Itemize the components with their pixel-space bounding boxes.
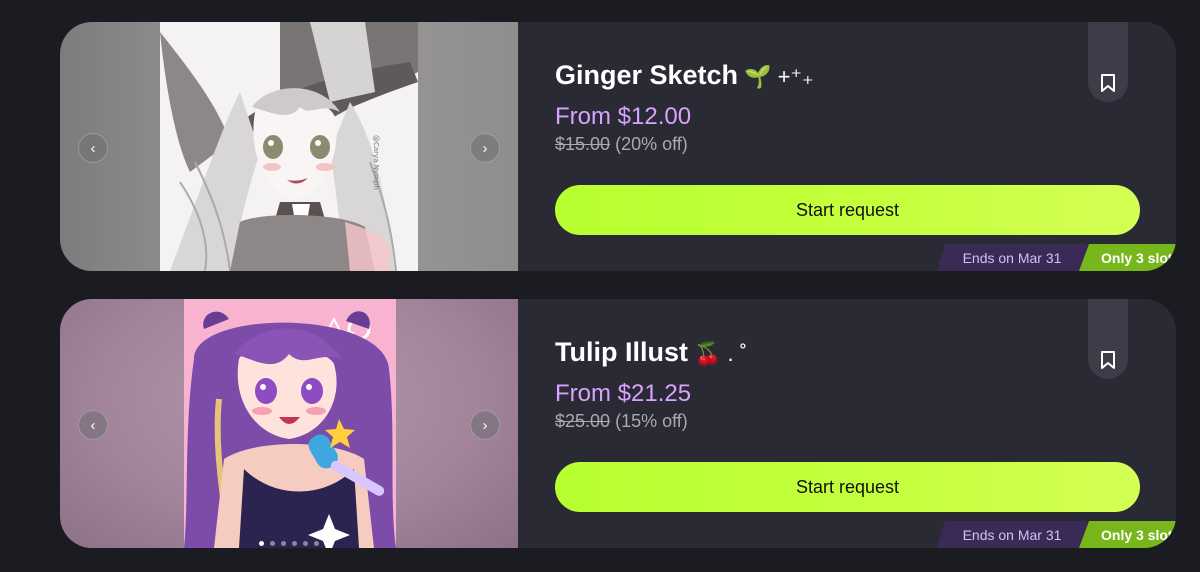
- image-gallery: @Carya Nymph ‹ ›: [60, 22, 518, 271]
- listing-info: Ginger Sketch 🌱 +⁺₊ From $12.00 $15.00 (2…: [518, 22, 1176, 271]
- discount-label: (15% off): [615, 411, 688, 431]
- bookmark-icon: [1101, 351, 1115, 369]
- gallery-prev-button[interactable]: ‹: [78, 133, 108, 163]
- original-price-line: $25.00 (15% off): [555, 411, 688, 432]
- listing-title-text: Ginger Sketch: [555, 60, 739, 90]
- gallery-dot[interactable]: [259, 541, 264, 546]
- title-emoji: 🌱 +⁺₊: [744, 64, 814, 89]
- gallery-prev-button[interactable]: ‹: [78, 410, 108, 440]
- listing-title[interactable]: Tulip Illust 🍒 . ˚: [555, 337, 747, 368]
- start-request-button[interactable]: Start request: [555, 185, 1140, 235]
- listing-title[interactable]: Ginger Sketch 🌱 +⁺₊: [555, 60, 814, 91]
- slots-left-badge: Only 3 slots left: [1079, 521, 1176, 548]
- listing-card: @Carya Nymph ‹ › Ginger Sketch 🌱 +⁺₊ From…: [60, 22, 1176, 271]
- original-price: $15.00: [555, 134, 611, 154]
- witch-sketch-illustration: @Carya Nymph: [160, 22, 418, 271]
- ends-date-badge: Ends on Mar 31: [937, 521, 1087, 548]
- gallery-dot[interactable]: [270, 541, 275, 546]
- slots-left-badge: Only 3 slots left: [1079, 244, 1176, 271]
- ends-date-badge: Ends on Mar 31: [937, 244, 1087, 271]
- gallery-dot[interactable]: [281, 541, 286, 546]
- gallery-next-button[interactable]: ›: [470, 133, 500, 163]
- gallery-dot[interactable]: [292, 541, 297, 546]
- artwork-image: @Carya Nymph: [160, 22, 418, 271]
- chevron-left-icon: ‹: [90, 416, 96, 434]
- listing-card: ‹ › Tulip Illust 🍒 . ˚ From $21.25 $25.00…: [60, 299, 1176, 548]
- gallery-dots: [60, 541, 518, 546]
- original-price-line: $15.00 (20% off): [555, 134, 688, 155]
- gallery-dot[interactable]: [303, 541, 308, 546]
- title-emoji: 🍒 . ˚: [693, 341, 748, 366]
- price: From $21.25: [555, 380, 692, 407]
- bookmark-icon: [1101, 74, 1115, 92]
- singer-girl-illustration: [184, 299, 396, 548]
- discount-label: (20% off): [615, 134, 688, 154]
- bookmark-button[interactable]: [1088, 22, 1128, 102]
- bookmark-button[interactable]: [1088, 299, 1128, 379]
- original-price: $25.00: [555, 411, 611, 431]
- image-gallery: ‹ ›: [60, 299, 518, 548]
- price: From $12.00: [555, 103, 692, 130]
- chevron-right-icon: ›: [482, 139, 488, 157]
- artwork-image: [184, 299, 396, 548]
- chevron-right-icon: ›: [482, 416, 488, 434]
- gallery-dot[interactable]: [314, 541, 319, 546]
- watermark: @Carya Nymph: [372, 135, 380, 190]
- start-request-button[interactable]: Start request: [555, 462, 1140, 512]
- chevron-left-icon: ‹: [90, 139, 96, 157]
- gallery-next-button[interactable]: ›: [470, 410, 500, 440]
- listing-info: Tulip Illust 🍒 . ˚ From $21.25 $25.00 (15…: [518, 299, 1176, 548]
- listing-title-text: Tulip Illust: [555, 337, 688, 367]
